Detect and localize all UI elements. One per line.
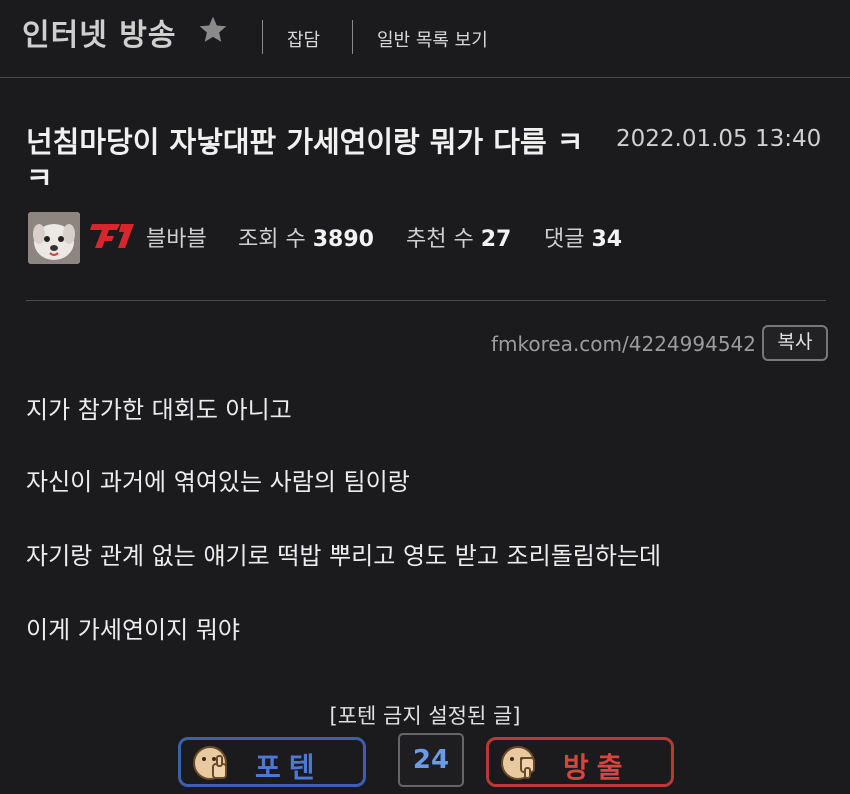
nav-chat-link[interactable]: 잡담 xyxy=(287,26,320,52)
content-line: 자신이 과거에 엮여있는 사람의 팀이랑 xyxy=(26,468,410,496)
potent-button[interactable]: 포텐 xyxy=(178,737,366,787)
ban-label: 방출 xyxy=(563,751,631,784)
content-line: 지가 참가한 대회도 아니고 xyxy=(26,396,292,424)
recommend-meta: 추천 수 27 xyxy=(406,221,511,253)
star-icon[interactable] xyxy=(196,14,230,46)
divider xyxy=(26,300,826,301)
thumb-down-icon xyxy=(501,746,535,780)
post-date: 2022.01.05 13:40 xyxy=(616,126,822,152)
recommend-count: 27 xyxy=(480,227,512,252)
content-line: 이게 가세연이지 뭐야 xyxy=(26,616,240,644)
copy-url-button[interactable]: 복사 xyxy=(762,325,828,361)
comments-count: 34 xyxy=(591,227,623,252)
vote-count: 24 xyxy=(398,733,464,787)
comments-meta[interactable]: 댓글 34 xyxy=(544,221,622,253)
ban-button[interactable]: 방출 xyxy=(486,737,674,787)
board-title[interactable]: 인터넷 방송 xyxy=(22,10,176,54)
thumb-up-icon xyxy=(193,746,227,780)
potent-ban-notice: [포텐 금지 설정된 글] xyxy=(329,704,521,728)
comments-label: 댓글 xyxy=(544,227,585,252)
nav-separator xyxy=(352,20,353,54)
avatar[interactable] xyxy=(28,212,80,264)
recommend-label: 추천 수 xyxy=(406,227,474,252)
post-author[interactable]: 블바블 xyxy=(146,221,207,253)
board-header: 인터넷 방송 잡담 일반 목록 보기 xyxy=(0,0,850,78)
post-title: 넌침마당이 자낳대판 가세연이랑 뭐가 다름 ㅋㅋ xyxy=(26,125,584,195)
views-count: 3890 xyxy=(312,227,374,252)
views-label: 조회 수 xyxy=(238,227,306,252)
content-line: 자기랑 관계 없는 얘기로 떡밥 뿌리고 영도 받고 조리돌림하는데 xyxy=(26,542,662,570)
views-meta: 조회 수 3890 xyxy=(238,221,374,253)
post-url[interactable]: fmkorea.com/4224994542 xyxy=(491,332,756,356)
potent-label: 포텐 xyxy=(255,751,323,784)
nav-separator xyxy=(262,20,263,54)
t1-logo-icon xyxy=(90,224,134,248)
nav-list-link[interactable]: 일반 목록 보기 xyxy=(377,26,488,52)
